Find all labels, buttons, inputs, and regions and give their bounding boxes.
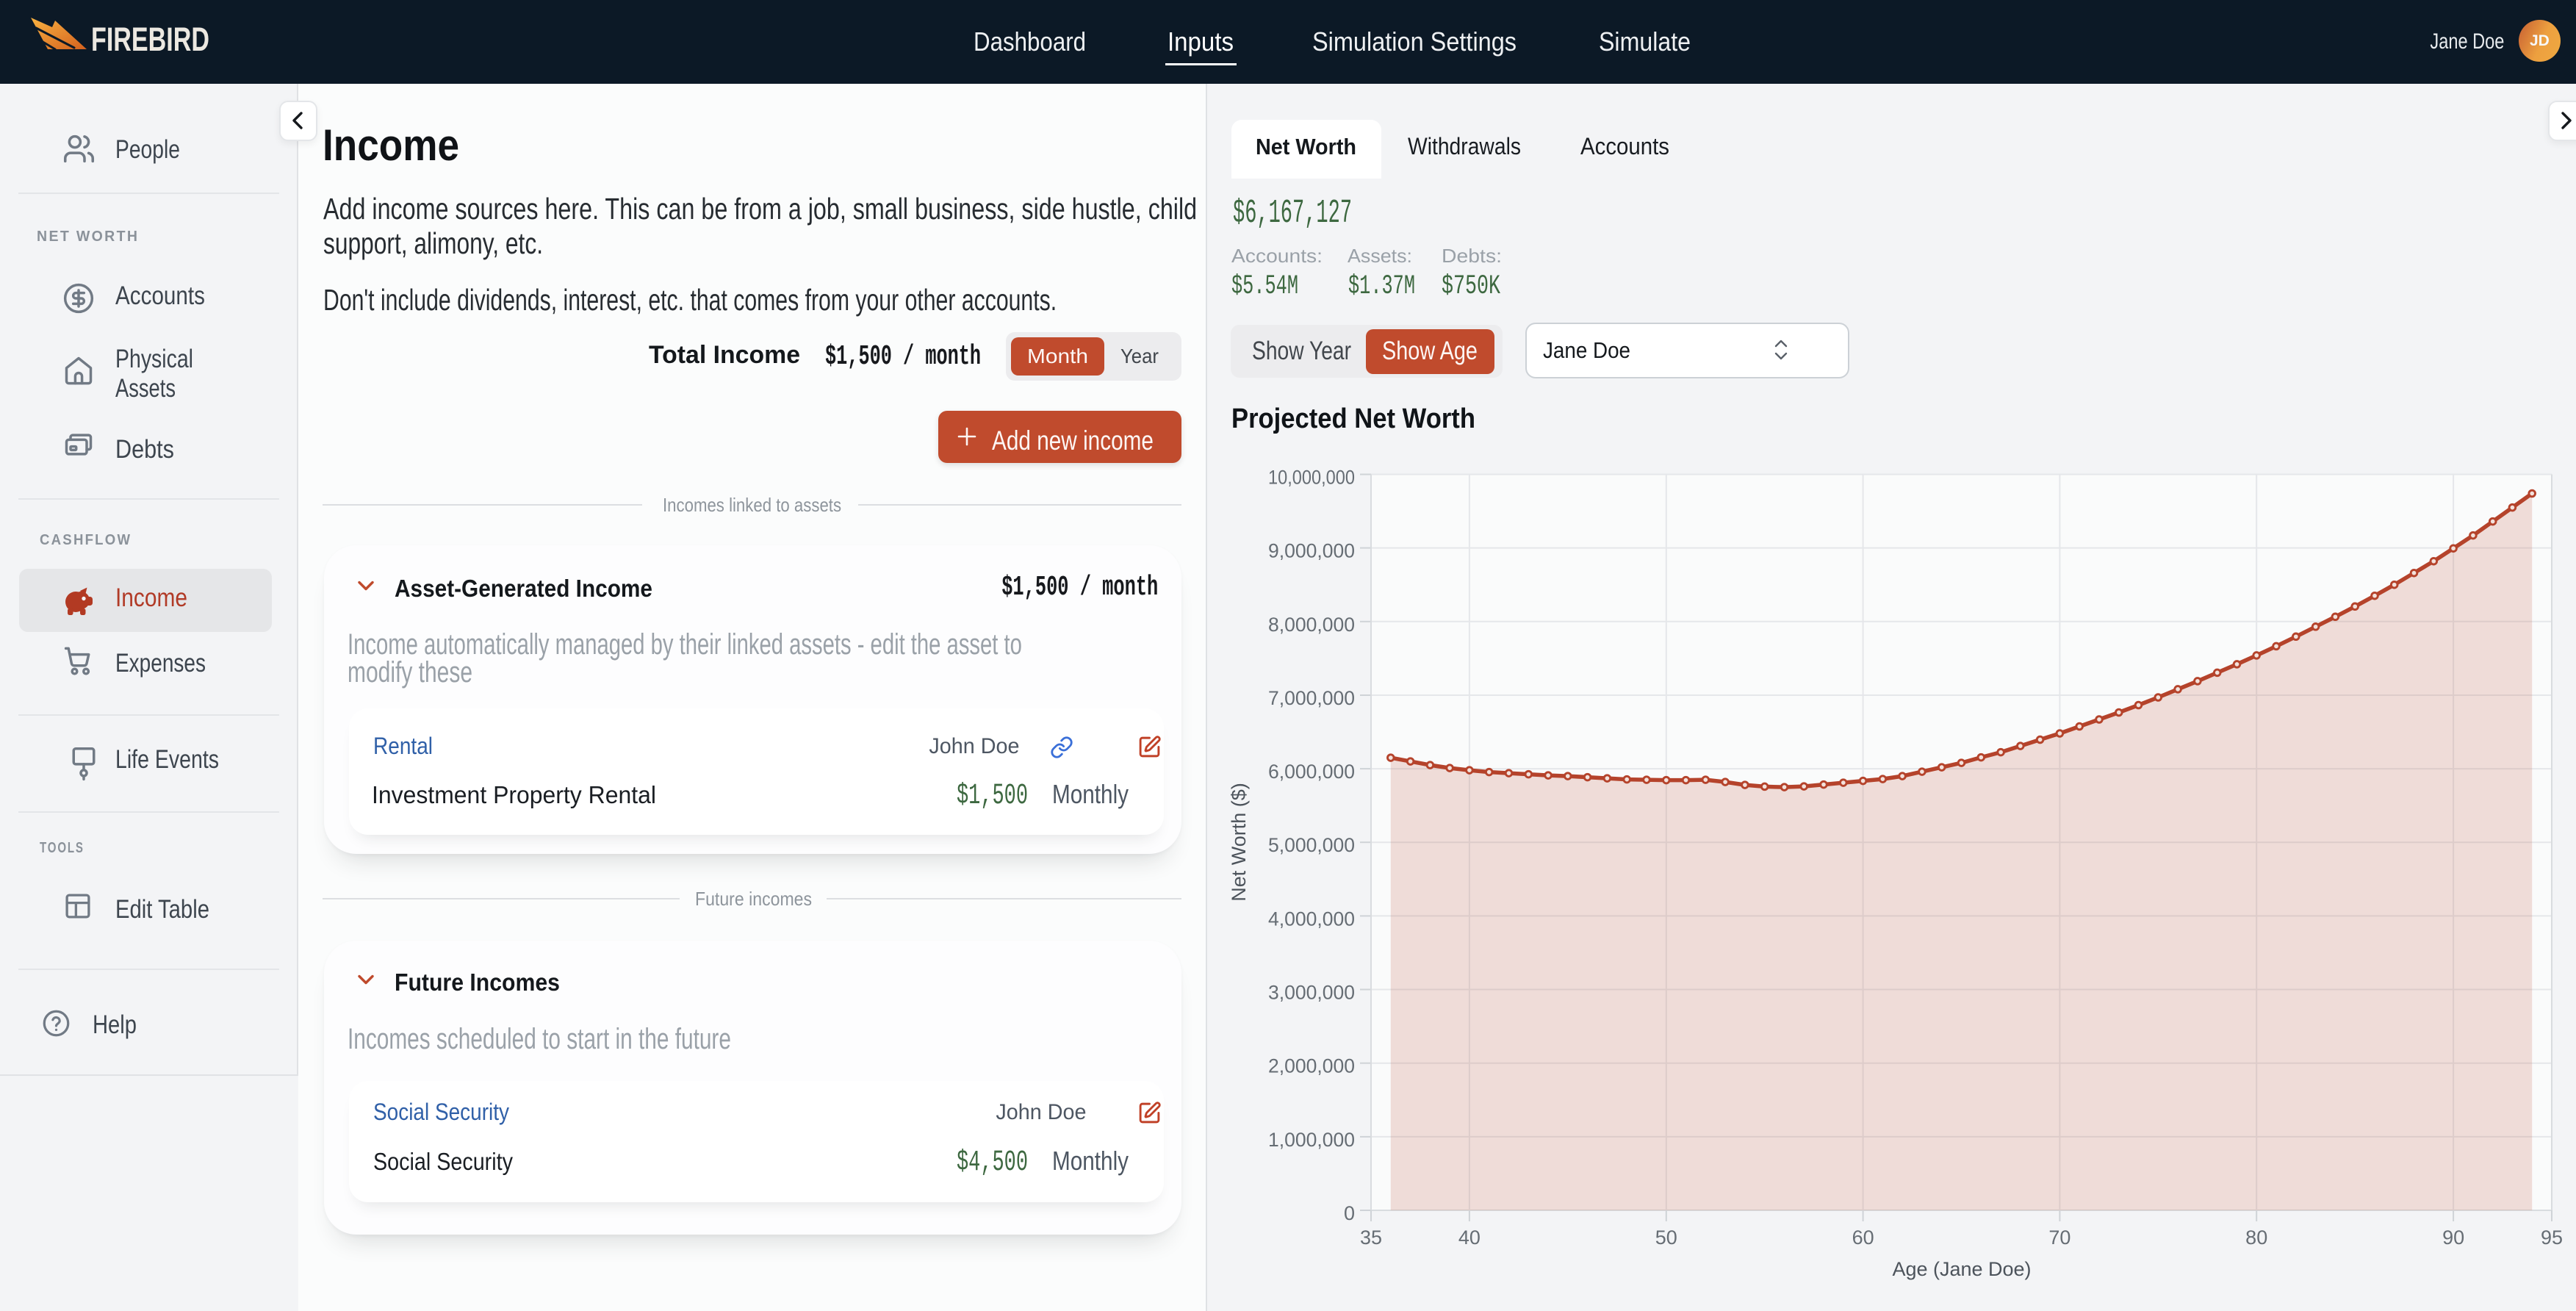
svg-text:Age (Jane Doe): Age (Jane Doe) — [1892, 1258, 2031, 1280]
svg-text:3,000,000: 3,000,000 — [1268, 982, 1355, 1004]
svg-text:9,000,000: 9,000,000 — [1268, 540, 1355, 562]
svg-text:1,000,000: 1,000,000 — [1268, 1129, 1355, 1151]
svg-text:35: 35 — [1360, 1226, 1382, 1249]
svg-text:8,000,000: 8,000,000 — [1268, 614, 1355, 636]
svg-text:95: 95 — [2541, 1226, 2563, 1249]
svg-text:90: 90 — [2442, 1226, 2464, 1249]
svg-text:2,000,000: 2,000,000 — [1268, 1055, 1355, 1077]
svg-text:5,000,000: 5,000,000 — [1268, 834, 1355, 856]
svg-text:80: 80 — [2245, 1226, 2267, 1249]
svg-text:7,000,000: 7,000,000 — [1268, 687, 1355, 709]
svg-text:50: 50 — [1655, 1226, 1677, 1249]
svg-text:Net Worth ($): Net Worth ($) — [1228, 783, 1250, 902]
svg-text:60: 60 — [1852, 1226, 1874, 1249]
svg-text:70: 70 — [2048, 1226, 2070, 1249]
svg-text:4,000,000: 4,000,000 — [1268, 908, 1355, 930]
svg-text:0: 0 — [1344, 1202, 1355, 1224]
svg-text:40: 40 — [1458, 1226, 1481, 1249]
svg-text:10,000,000: 10,000,000 — [1268, 467, 1355, 489]
svg-text:6,000,000: 6,000,000 — [1268, 761, 1355, 783]
